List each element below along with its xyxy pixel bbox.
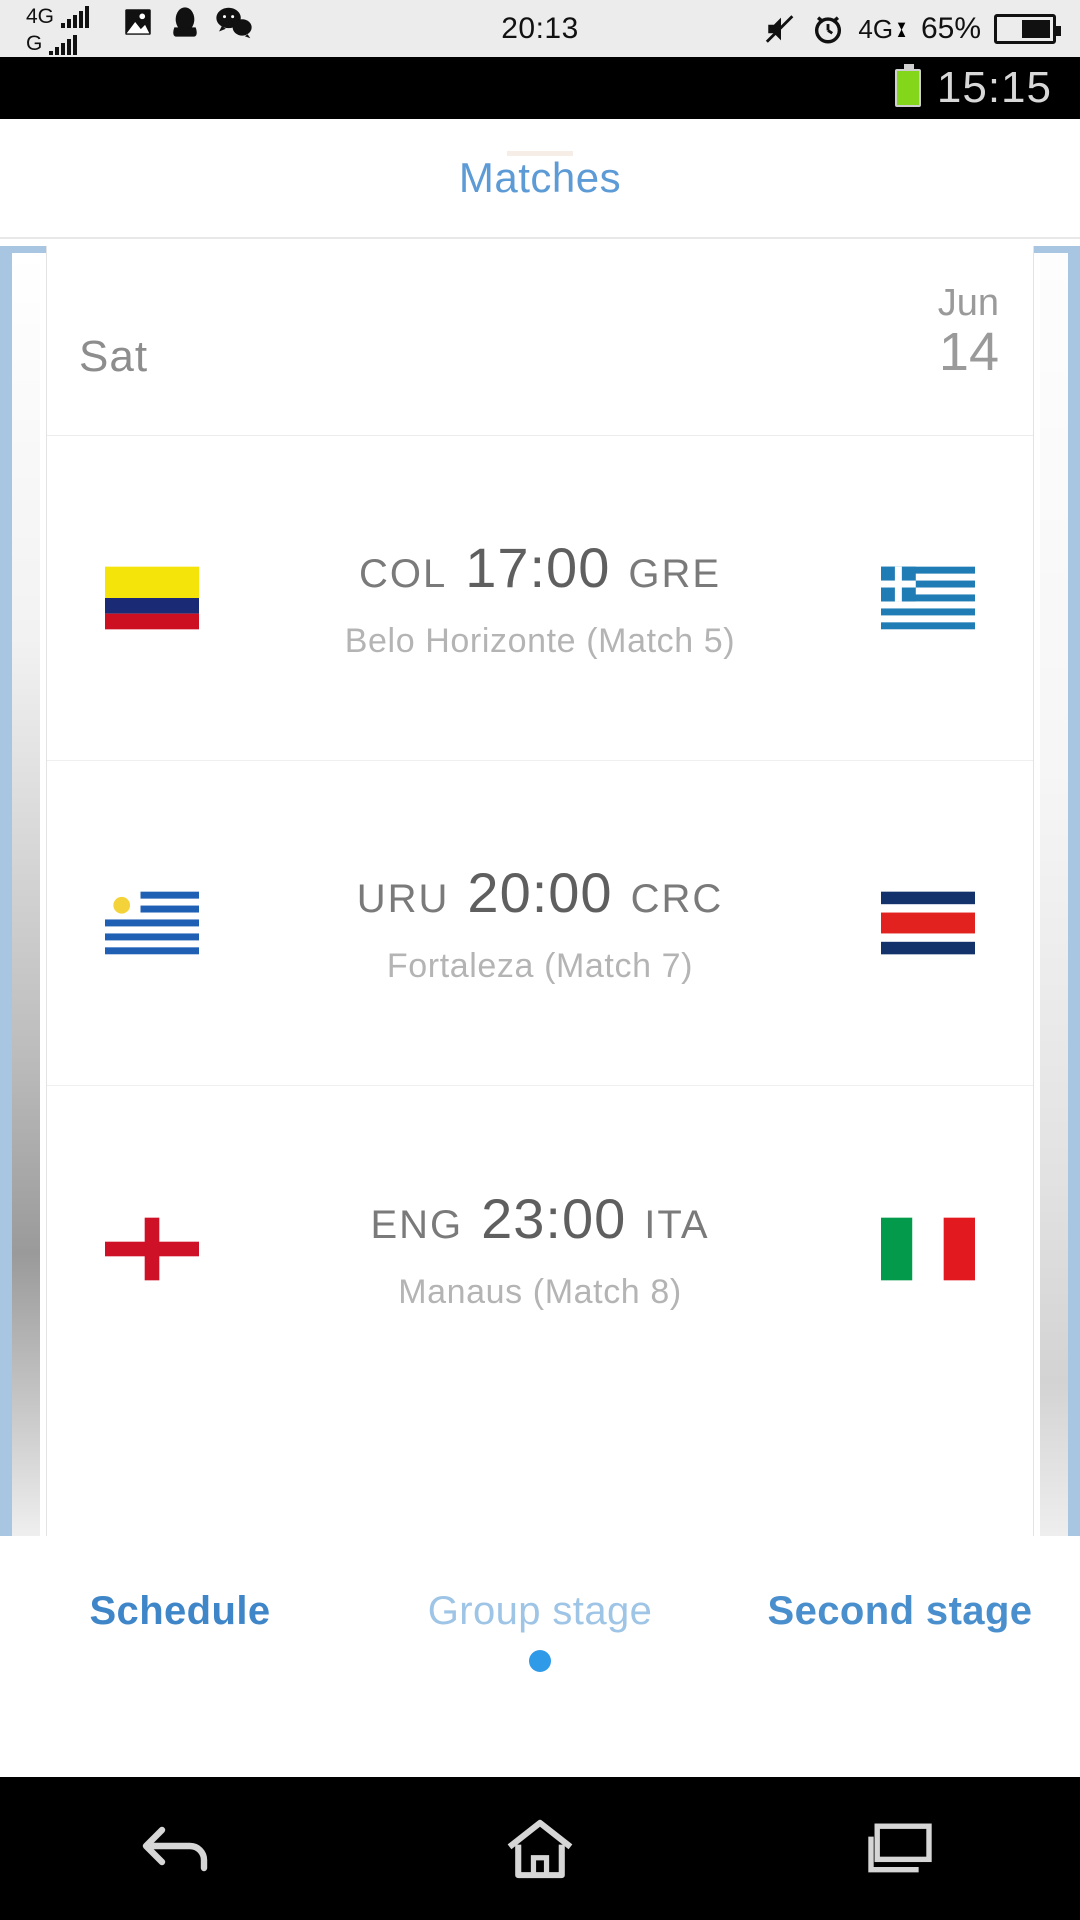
bottom-tab-bar: Schedule Group stage Second stage bbox=[0, 1536, 1080, 1686]
status-bar-right: 4G ▼ ▲ 65% bbox=[764, 11, 1061, 46]
home-flag-slot bbox=[47, 566, 257, 630]
page-title: Matches bbox=[458, 154, 622, 201]
match-row[interactable]: ENG 23:00 ITA Manaus (Match 8) bbox=[47, 1086, 1033, 1411]
date-block: Jun 14 bbox=[937, 282, 999, 382]
match-venue: Manaus (Match 8) bbox=[398, 1272, 682, 1311]
tab-schedule[interactable]: Schedule bbox=[0, 1589, 360, 1634]
date-header: Sat Jun 14 bbox=[47, 246, 1033, 436]
colombia-flag-icon bbox=[105, 566, 199, 630]
matches-app: Matches Sat Jun 14 COL 17:00 GRE Belo Ho… bbox=[0, 119, 1080, 1777]
greece-flag-icon bbox=[881, 566, 975, 630]
match-row[interactable]: COL 17:00 GRE Belo Horizonte (Match 5) bbox=[47, 436, 1033, 761]
date-month: Jun bbox=[937, 282, 999, 324]
device-status-bar: 15:15 bbox=[0, 57, 1080, 119]
back-icon bbox=[142, 1826, 208, 1871]
system-status-bar: 4G G 20:13 4G ▼ ▲ 65% bbox=[0, 0, 1080, 57]
match-time: 17:00 bbox=[465, 536, 611, 599]
home-icon bbox=[507, 1819, 573, 1878]
match-row[interactable]: URU 20:00 CRC Fortaleza (Match 7) bbox=[47, 761, 1033, 1086]
italy-flag-icon bbox=[881, 1217, 975, 1280]
matches-card: Sat Jun 14 COL 17:00 GRE Belo Horizonte … bbox=[46, 246, 1034, 1583]
match-teams: URU 20:00 CRC bbox=[357, 860, 723, 925]
match-details: COL 17:00 GRE Belo Horizonte (Match 5) bbox=[257, 535, 823, 661]
data-transfer-icon: ▼ ▲ bbox=[895, 17, 908, 40]
costa-rica-flag-icon bbox=[881, 891, 975, 955]
away-team-code: GRE bbox=[628, 552, 722, 596]
app-screenshot: 15:15 Matches Sat Jun 14 COL 17:00 GRE B… bbox=[0, 57, 1080, 1920]
match-teams: COL 17:00 GRE bbox=[359, 535, 721, 600]
page-indicator-dot-active[interactable] bbox=[529, 1650, 551, 1672]
left-edge-gloss bbox=[12, 253, 40, 1536]
tab-second-stage[interactable]: Second stage bbox=[720, 1589, 1080, 1634]
alarm-icon bbox=[815, 15, 842, 43]
matches-frame: Sat Jun 14 COL 17:00 GRE Belo Horizonte … bbox=[0, 246, 1080, 1583]
app-header: Matches bbox=[0, 119, 1080, 237]
home-flag-slot bbox=[47, 891, 257, 955]
device-clock: 15:15 bbox=[936, 63, 1052, 112]
android-nav-bar bbox=[0, 1777, 1080, 1920]
match-details: URU 20:00 CRC Fortaleza (Match 7) bbox=[257, 860, 823, 986]
page-indicator bbox=[0, 1650, 1080, 1672]
match-time: 20:00 bbox=[467, 861, 613, 924]
match-teams: ENG 23:00 ITA bbox=[370, 1186, 709, 1251]
recents-icon bbox=[868, 1823, 932, 1872]
away-flag-slot bbox=[823, 1217, 1033, 1281]
home-flag-slot bbox=[47, 1217, 257, 1281]
device-battery-icon bbox=[894, 64, 921, 107]
home-team-code: COL bbox=[358, 552, 448, 596]
uruguay-flag-icon bbox=[105, 891, 199, 955]
away-team-code: CRC bbox=[630, 877, 724, 921]
battery-icon bbox=[994, 13, 1061, 44]
right-edge-scrollbar[interactable] bbox=[1040, 253, 1068, 1536]
nav-back-button[interactable] bbox=[100, 1799, 260, 1899]
data-network-indicator: 4G ▼ ▲ bbox=[858, 13, 908, 44]
header-accent-line bbox=[507, 151, 573, 156]
header-divider bbox=[0, 237, 1080, 239]
match-time: 23:00 bbox=[481, 1186, 627, 1250]
match-venue: Fortaleza (Match 7) bbox=[386, 947, 694, 985]
nav-home-button[interactable] bbox=[460, 1799, 620, 1899]
home-team-code: URU bbox=[356, 877, 450, 921]
england-flag-icon bbox=[105, 1217, 199, 1280]
mute-icon bbox=[766, 14, 794, 43]
data-network-label: 4G bbox=[858, 13, 894, 44]
date-weekday: Sat bbox=[79, 332, 149, 381]
home-team-code: ENG bbox=[370, 1202, 464, 1247]
away-flag-slot bbox=[823, 566, 1033, 630]
match-venue: Belo Horizonte (Match 5) bbox=[344, 622, 736, 660]
tab-group-stage[interactable]: Group stage bbox=[360, 1589, 720, 1634]
away-team-code: ITA bbox=[644, 1202, 710, 1247]
match-details: ENG 23:00 ITA Manaus (Match 8) bbox=[257, 1186, 823, 1312]
away-flag-slot bbox=[823, 891, 1033, 955]
nav-recents-button[interactable] bbox=[820, 1799, 980, 1899]
battery-percent-label: 65% bbox=[920, 11, 981, 45]
date-day-number: 14 bbox=[938, 321, 999, 382]
